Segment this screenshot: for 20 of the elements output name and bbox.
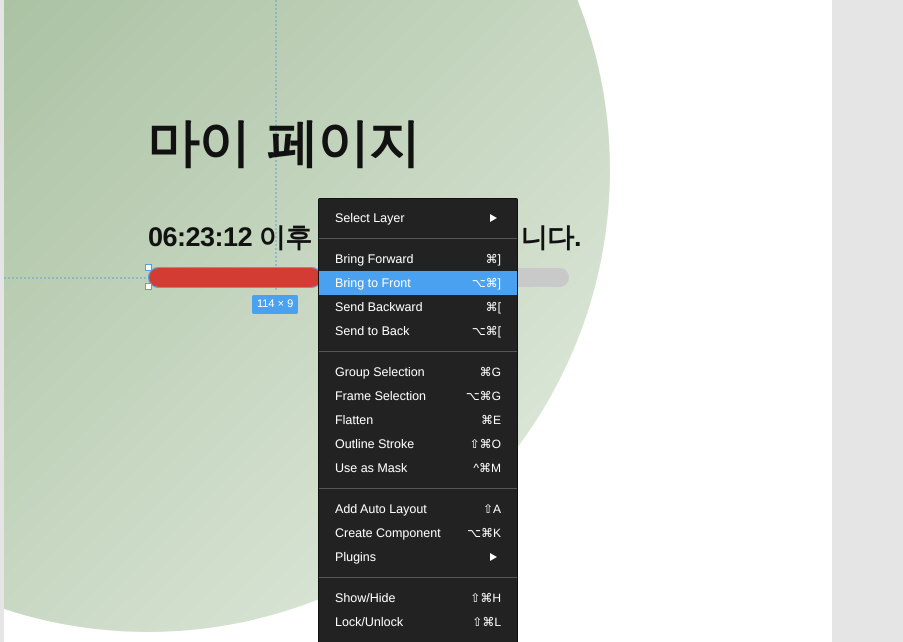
menu-item[interactable]: Add Auto Layout ⇧A [319, 497, 517, 521]
menu-item[interactable]: Frame Selection ⌥⌘G [319, 384, 517, 408]
menu-item[interactable]: Bring Forward ⌘] [319, 247, 517, 271]
menu-item[interactable]: Group Selection ⌘G [319, 360, 517, 384]
subtitle-text: 06:23:12 이후 [148, 221, 312, 254]
size-label: 114 × 9 [252, 295, 298, 314]
menu-item[interactable]: Select Layer [319, 206, 517, 230]
menu-item[interactable]: Send Backward ⌘[ [319, 295, 517, 319]
page-heading: 마이 페이지 [148, 112, 420, 175]
subtitle-text: 니다. [521, 221, 582, 254]
menu-item[interactable]: Outline Stroke ⇧⌘O [319, 432, 517, 456]
menu-item[interactable]: Show/Hide ⇧⌘H [319, 586, 517, 610]
resize-handle[interactable] [145, 283, 152, 290]
menu-item[interactable]: Send to Back ⌥⌘[ [319, 319, 517, 343]
resize-handle[interactable] [145, 264, 152, 271]
menu-item[interactable]: Flatten ⌘E [319, 408, 517, 432]
menu-item[interactable]: Use as Mask ^⌘M [319, 456, 517, 480]
menu-item[interactable]: Lock/Unlock ⇧⌘L [319, 610, 517, 634]
menu-item[interactable]: Plugins [319, 545, 517, 569]
menu-item[interactable]: Create Component ⌥⌘K [319, 521, 517, 545]
